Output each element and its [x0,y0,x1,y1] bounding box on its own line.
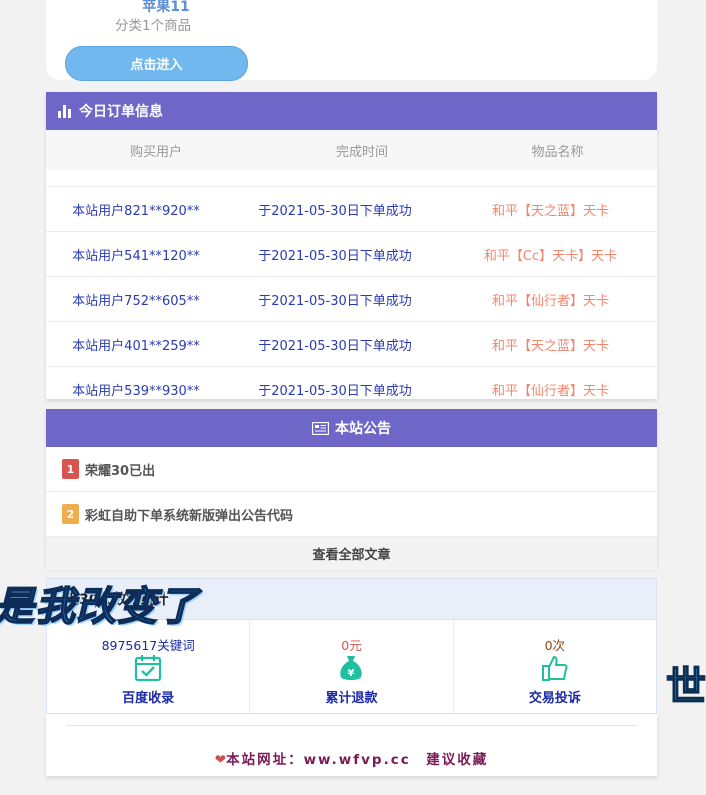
stat-value: 0次 [544,638,566,653]
bar-chart-icon [58,104,71,118]
order-row: 本站用户539**930** 于2021-05-30日下单成功 和平【仙行者】天… [46,367,657,399]
svg-text:¥: ¥ [348,668,355,679]
notice-item[interactable]: 2 彩虹自助下单系统新版弹出公告代码 [46,492,657,537]
footer-divider [66,725,637,726]
column-header-item: 物品名称 [531,144,584,160]
calendar-check-icon [135,655,162,682]
order-item: 和平【天之蓝】天卡 [491,203,609,219]
money-bag-icon: ¥ [340,656,363,680]
order-row: 本站用户541**120** 于2021-05-30日下单成功 和平【Cc】天卡… [46,232,657,277]
order-time: 于2021-05-30日下单成功 [258,293,412,309]
footer-site-text: ❤本站网址：ww.wfvp.cc 建议收藏 [46,748,657,768]
stat-complaints: 0次 交易投诉 [454,620,656,715]
order-user: 本站用户541**120** [72,248,200,264]
order-user: 本站用户752**605** [72,293,200,309]
column-header-user: 购买用户 [129,144,182,160]
notice-item[interactable]: 1 荣耀30已出 [46,447,657,492]
notice-number-badge: 2 [62,504,79,524]
order-user: 本站用户539**930** [72,383,200,399]
stat-label: 交易投诉 [528,691,581,706]
notice-panel: 本站公告 1 荣耀30已出 2 彩虹自助下单系统新版弹出公告代码 查看全部文章 [46,409,657,570]
category-count: 分类1个商品 [115,18,192,34]
order-row: 本站用户401**259** 于2021-05-30日下单成功 和平【天之蓝】天… [46,322,657,367]
notice-header: 本站公告 [46,409,657,447]
orders-header: 今日订单信息 [46,92,657,130]
overlay-watermark-text-right: 世 [665,663,706,711]
stat-baidu-index: 8975617关键词 百度收录 [47,620,251,715]
order-time: 于2021-05-30日下单成功 [258,203,412,219]
notice-number-badge: 1 [62,459,79,479]
orders-column-headers: 购买用户 完成时间 物品名称 [46,130,657,170]
notice-item-text: 彩虹自助下单系统新版弹出公告代码 [85,508,294,524]
orders-panel: 今日订单信息 购买用户 完成时间 物品名称 本站用户821**920** 于20… [46,92,657,399]
order-row: 本站用户821**920** 于2021-05-30日下单成功 和平【天之蓝】天… [46,187,657,232]
order-time: 于2021-05-30日下单成功 [258,338,412,354]
order-time: 于2021-05-30日下单成功 [258,248,412,264]
thumbs-up-icon [541,655,568,681]
overlay-watermark-text: 是我改变了 [0,583,199,631]
order-row: 本站用户752**605** 于2021-05-30日下单成功 和平【仙行者】天… [46,277,657,322]
heart-icon: ❤ [214,752,227,768]
footer-text: 本站网址：ww.wfvp.cc 建议收藏 [226,752,489,768]
order-item: 和平【仙行者】天卡 [491,383,609,399]
stat-value: 8975617关键词 [101,638,195,653]
stat-label: 百度收录 [122,691,175,706]
order-item: 和平【Cc】天卡】天卡 [483,248,618,264]
order-item: 和平【仙行者】天卡 [491,293,609,309]
order-item: 和平【天之蓝】天卡 [491,338,609,354]
order-user: 本站用户401**259** [72,338,200,354]
stat-refund: 0元 ¥ 累计退款 [250,620,454,715]
view-all-articles-button[interactable]: 查看全部文章 [46,537,657,570]
notice-item-text: 荣耀30已出 [85,463,156,479]
notice-title: 本站公告 [335,421,391,437]
enter-button[interactable]: 点击进入 [65,46,248,81]
newspaper-icon [312,421,329,435]
column-header-time: 完成时间 [335,144,388,160]
stat-label: 累计退款 [325,691,378,706]
category-card: 苹果11 分类1个商品 点击进入 [46,0,657,81]
order-time: 于2021-05-30日下单成功 [258,383,412,399]
order-user: 本站用户821**920** [72,203,200,219]
footer: ❤本站网址：ww.wfvp.cc 建议收藏 [46,714,657,776]
stat-value: 0元 [341,638,362,653]
orders-spacer [46,170,657,187]
orders-title: 今日订单信息 [79,104,163,120]
